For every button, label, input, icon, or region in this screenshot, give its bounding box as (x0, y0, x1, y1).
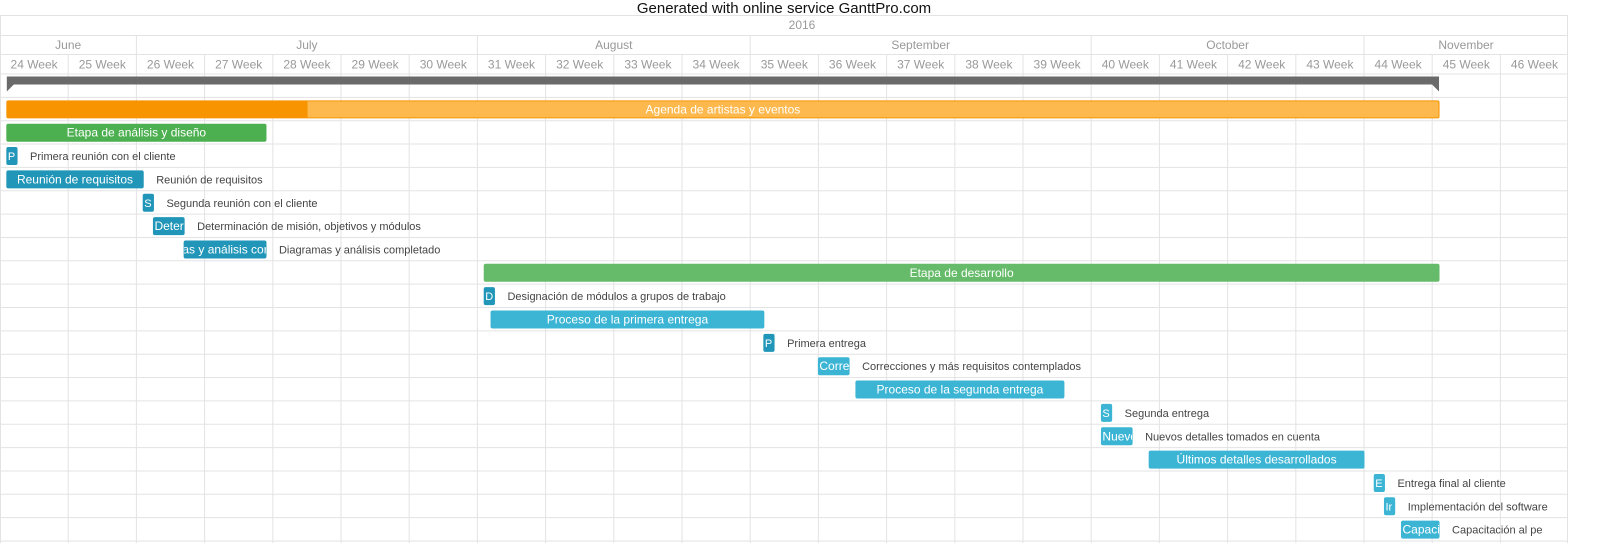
task-bar-label: Etapa de desarrollo (910, 266, 1014, 280)
task-bar-label: S (144, 198, 151, 210)
week-label: 29 Week (352, 58, 400, 72)
task-bar-label: Agenda de artistas y eventos (646, 102, 801, 116)
week-label: 24 Week (11, 58, 59, 72)
month-label: July (296, 38, 317, 52)
summary-left-cap (6, 84, 14, 92)
gantt-chart: 2016 June July August September October Novemb… (0, 15, 1568, 543)
week-label: 28 Week (283, 58, 331, 72)
task-bar-label: E (1375, 478, 1382, 490)
week-label: 34 Week (693, 58, 741, 72)
task-side-label: Reunión de requisitos (156, 174, 263, 186)
week-label: 46 Week (1511, 58, 1559, 72)
task-side-label: Primera reunión con el cliente (30, 151, 176, 163)
month-label: October (1206, 38, 1249, 52)
week-label: 38 Week (965, 58, 1013, 72)
task-bar-label: Ir (1385, 501, 1392, 513)
year-label: 2016 (789, 18, 816, 32)
week-label: 43 Week (1306, 58, 1354, 72)
task-side-label: Determinación de misión, objetivos y mód… (197, 221, 421, 233)
week-label: 41 Week (1170, 58, 1218, 72)
week-label: 27 Week (215, 58, 263, 72)
week-label: 30 Week (420, 58, 468, 72)
task-side-label: Capacitación al pe (1452, 525, 1543, 537)
week-label: 33 Week (624, 58, 672, 72)
week-label: 25 Week (79, 58, 127, 72)
week-label: 26 Week (147, 58, 195, 72)
week-label: 37 Week (897, 58, 945, 72)
timeline-header: 2016 June July August September October Novemb… (0, 15, 1568, 72)
week-label: 42 Week (1238, 58, 1286, 72)
task-bar-label: Últimos detalles desarrollados (1177, 452, 1337, 467)
task-side-label: Entrega final al cliente (1397, 478, 1505, 490)
week-label: 35 Week (761, 58, 809, 72)
month-label: June (55, 38, 81, 52)
task-bar-label: P (765, 338, 772, 350)
task-bar-label: Proceso de la primera entrega (547, 313, 709, 327)
month-label: September (891, 38, 950, 52)
task-progress (6, 100, 308, 118)
week-label: 32 Week (556, 58, 604, 72)
month-label: August (595, 38, 633, 52)
task-bar-label: S (1102, 408, 1109, 420)
task-side-label: Designación de módulos a grupos de traba… (507, 291, 725, 303)
task-side-label: Segunda reunión con el cliente (166, 198, 317, 210)
task-bar-label: Etapa de análisis y diseño (67, 126, 207, 140)
week-label: 40 Week (1102, 58, 1150, 72)
task-side-label: Correcciones y más requisitos contemplad… (862, 361, 1081, 373)
week-label: 44 Week (1375, 58, 1423, 72)
task-side-label: Nuevos detalles tomados en cuenta (1145, 431, 1321, 443)
week-label: 45 Week (1443, 58, 1491, 72)
month-label: November (1438, 38, 1493, 52)
task-side-label: Segunda entrega (1125, 408, 1210, 420)
summary-bar (6, 76, 1440, 85)
task-side-label: Primera entrega (787, 338, 867, 350)
week-label: 36 Week (829, 58, 877, 72)
task-bar-label: Proceso de la segunda entrega (877, 383, 1044, 397)
week-label: 39 Week (1034, 58, 1082, 72)
task-side-label: Diagramas y análisis completado (279, 244, 440, 256)
week-label: 31 Week (488, 58, 536, 72)
task-bar-label: P (8, 151, 15, 163)
task-bar-label: D (485, 291, 493, 303)
summary-right-cap (1432, 84, 1440, 92)
task-bar-label: Reunión de requisitos (17, 172, 133, 186)
task-side-label: Implementación del software (1408, 501, 1548, 513)
